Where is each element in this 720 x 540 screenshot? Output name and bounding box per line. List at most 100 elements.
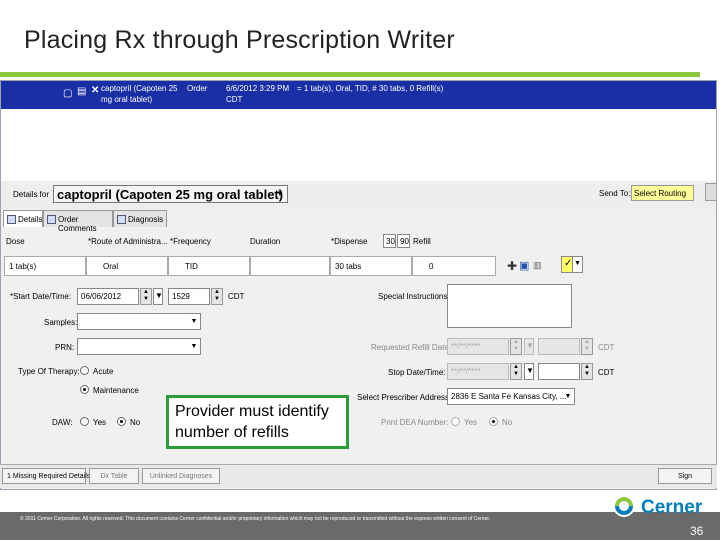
- remove-icon[interactable]: ✕: [91, 86, 99, 96]
- prescriber-address-select[interactable]: 2836 E Santa Fe Kansas City, ...: [447, 388, 575, 405]
- prescriber-chevron-down-icon[interactable]: ▼: [562, 389, 574, 404]
- send-to-select[interactable]: Select Routing: [631, 185, 694, 201]
- stop-timezone: CDT: [598, 368, 615, 377]
- stop-date-label: Stop Date/Time:: [388, 368, 446, 377]
- dispense-box-30[interactable]: 30: [383, 234, 396, 248]
- daw-no-radio[interactable]: [117, 417, 126, 426]
- therapy-maintenance-radio[interactable]: [80, 385, 89, 394]
- start-time-input[interactable]: 1529: [168, 288, 210, 305]
- requested-refill-spinner[interactable]: ▲ ▼: [510, 338, 522, 355]
- tab-details[interactable]: Details: [3, 210, 43, 227]
- detail-tabs: Details Order Comments Diagnosis: [1, 209, 716, 233]
- daw-yes-radio[interactable]: [80, 417, 89, 426]
- send-to-label: Send To:: [599, 189, 631, 198]
- dea-label: Print DEA Number:: [381, 418, 449, 427]
- diagnosis-tab-icon: [117, 215, 126, 224]
- link-icon[interactable]: ▣: [519, 259, 529, 272]
- tab-order-comments[interactable]: Order Comments: [43, 210, 113, 233]
- duration-cell[interactable]: [250, 256, 330, 276]
- dose-cell[interactable]: 1 tab(s): [4, 256, 86, 276]
- special-instructions-label: Special Instructions:: [378, 292, 450, 301]
- requested-refill-time-spinner[interactable]: ▲ ▼: [581, 338, 593, 355]
- header-dose: Dose: [6, 237, 25, 246]
- header-refill: Refill: [413, 237, 431, 246]
- start-timezone: CDT: [228, 292, 245, 301]
- add-icon[interactable]: ✚: [507, 259, 517, 273]
- samples-select[interactable]: [77, 313, 201, 330]
- sign-button[interactable]: Sign: [658, 468, 712, 484]
- prn-select[interactable]: [77, 338, 201, 355]
- page-number: 36: [690, 524, 704, 538]
- stop-date-dropdown[interactable]: ▼: [524, 363, 534, 380]
- details-bar: Details for captopril (Capoten 25 mg ora…: [1, 181, 716, 209]
- samples-chevron-down-icon[interactable]: ▼: [188, 314, 200, 329]
- frequency-cell[interactable]: TID: [168, 256, 250, 276]
- prescription-writer-window: ▢ ▤ ✕ captopril (Capoten 25 mg oral tabl…: [0, 80, 717, 490]
- start-time-spinner[interactable]: ▲ ▼: [211, 288, 223, 305]
- refill-cell[interactable]: 0: [412, 256, 496, 276]
- tab-details-label: Details: [18, 215, 43, 224]
- dea-yes-radio[interactable]: [451, 417, 460, 426]
- refills-callout: Provider must identify number of refills: [166, 395, 349, 449]
- stop-time-spinner[interactable]: ▲ ▼: [581, 363, 593, 380]
- calendar-dropdown[interactable]: ▼: [153, 288, 163, 305]
- dx-table-button[interactable]: Dx Table: [89, 468, 139, 484]
- comments-tab-icon: [47, 215, 56, 224]
- therapy-maintenance-label: Maintenance: [93, 386, 139, 395]
- unlinked-diagnoses-button[interactable]: Unlinked Diagnoses: [142, 468, 220, 484]
- chevron-down-icon[interactable]: ▼: [273, 186, 287, 202]
- special-instructions-input[interactable]: [447, 284, 572, 328]
- dea-yes-label: Yes: [464, 418, 478, 427]
- medication-select[interactable]: captopril (Capoten 25 mg oral tablet) ▼: [53, 185, 288, 203]
- therapy-acute-label: Acute: [93, 367, 114, 376]
- requested-refill-time[interactable]: [538, 338, 580, 355]
- dea-no-label: No: [502, 418, 513, 427]
- refill-value: 0: [429, 262, 434, 271]
- title-rule: [0, 72, 700, 77]
- samples-label: Samples:: [44, 318, 78, 327]
- prn-chevron-down-icon[interactable]: ▼: [188, 339, 200, 354]
- daw-yes-label: Yes: [93, 418, 107, 427]
- tab-diagnosis-label: Diagnosis: [128, 215, 164, 224]
- cerner-logo-icon: [613, 495, 635, 517]
- therapy-acute-radio[interactable]: [80, 366, 89, 375]
- bar-chart-icon[interactable]: ▥: [533, 260, 542, 271]
- details-tab-icon: [7, 215, 16, 224]
- start-date-spinner[interactable]: ▲ ▼: [140, 288, 152, 305]
- order-type: Order: [187, 84, 208, 93]
- stop-date-input[interactable]: **/**/****: [447, 363, 509, 380]
- tab-order-comments-label: Order Comments: [58, 215, 97, 233]
- header-duration: Duration: [250, 237, 281, 246]
- doc-icon: ▤: [77, 86, 87, 97]
- requested-refill-dropdown[interactable]: ▼: [524, 338, 534, 355]
- header-dispense: *Dispense: [331, 237, 368, 246]
- stop-date-spinner[interactable]: ▲ ▼: [510, 363, 522, 380]
- daw-no-label: No: [130, 418, 141, 427]
- details-label: Details for: [13, 190, 50, 199]
- missing-details-button[interactable]: 1 Missing Required Details: [2, 468, 90, 484]
- header-frequency: *Frequency: [170, 237, 211, 246]
- prescriber-address-label: Select Prescriber Address:: [357, 393, 452, 402]
- start-date-label: *Start Date/Time:: [10, 292, 72, 301]
- route-cell[interactable]: Oral: [86, 256, 168, 276]
- order-row[interactable]: ▢ ▤ ✕ captopril (Capoten 25 mg oral tabl…: [1, 81, 716, 109]
- requested-refill-timezone: CDT: [598, 343, 615, 352]
- order-details: = 1 tab(s), Oral, TID, # 30 tabs, 0 Refi…: [297, 84, 444, 93]
- start-date-input[interactable]: 06/06/2012: [77, 288, 139, 305]
- requested-refill-input[interactable]: **/**/****: [447, 338, 509, 355]
- dispense-box-90[interactable]: 90: [397, 234, 410, 248]
- stop-time-input[interactable]: [538, 363, 580, 380]
- daw-label: DAW:: [52, 418, 73, 427]
- expand-button[interactable]: ▼: [572, 256, 583, 273]
- order-timezone: CDT: [226, 95, 243, 104]
- route-value: Oral: [103, 262, 119, 271]
- order-datetime: 6/6/2012 3:29 PM: [226, 84, 290, 93]
- therapy-label: Type Of Therapy:: [18, 367, 80, 376]
- dea-no-radio[interactable]: [489, 417, 498, 426]
- cerner-logo-text: Cerner: [641, 497, 703, 518]
- requested-refill-label: Requested Refill Date:: [371, 343, 452, 352]
- dispense-cell[interactable]: 30 tabs: [330, 256, 412, 276]
- scrollbar[interactable]: [705, 183, 716, 201]
- tab-diagnosis[interactable]: Diagnosis: [113, 210, 167, 227]
- checkbox-icon[interactable]: ▢: [63, 89, 72, 99]
